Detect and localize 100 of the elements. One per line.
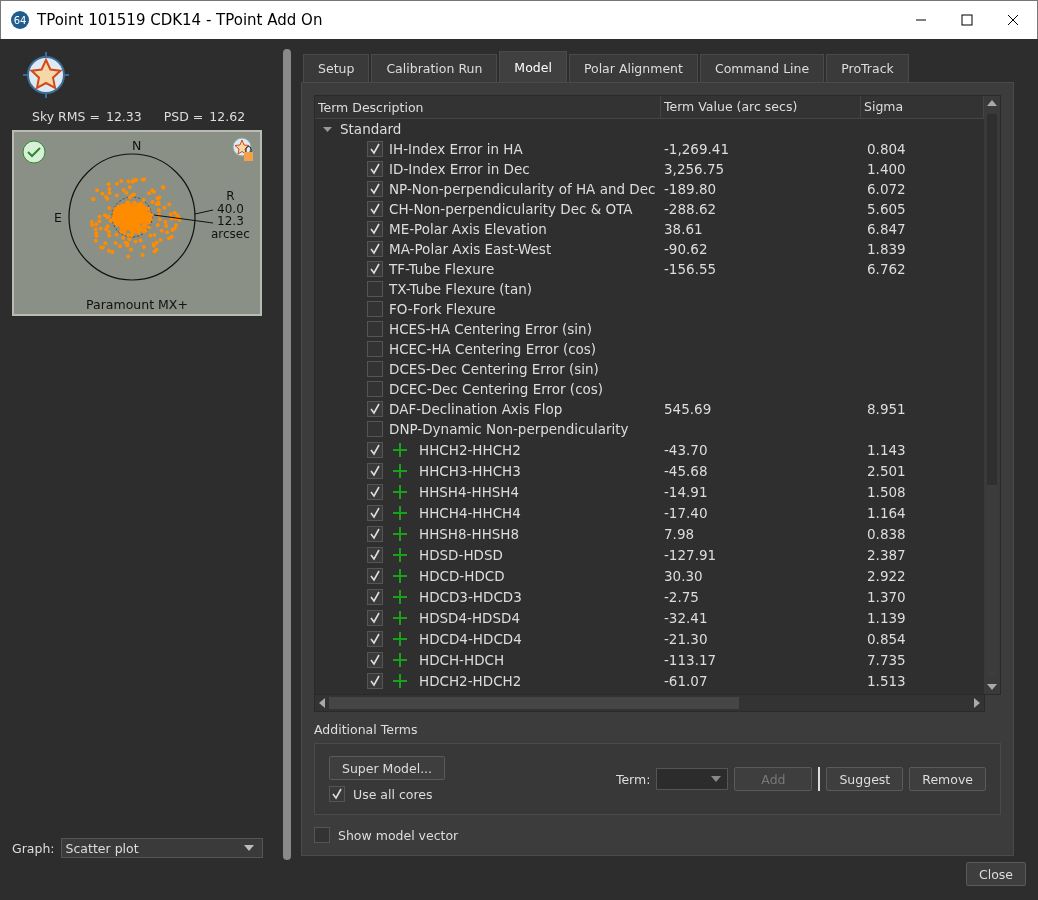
inner-radius-value: 12.3 xyxy=(217,215,244,228)
scrollbar[interactable] xyxy=(283,49,291,860)
tab[interactable]: Polar Alignment xyxy=(568,54,698,82)
window-title: TPoint 101519 CDK14 - TPoint Add On xyxy=(37,11,324,29)
checkbox[interactable] xyxy=(367,201,383,217)
term-value: -61.07 xyxy=(664,672,708,689)
term-description: HDSD-HDSD xyxy=(419,546,503,563)
checkbox[interactable] xyxy=(367,441,383,458)
sigma-value: 7.735 xyxy=(867,651,906,668)
app-icon: 64 xyxy=(11,11,29,29)
term-description: TF-Tube Flexure xyxy=(389,261,495,277)
plus-icon xyxy=(393,547,407,562)
checkbox[interactable] xyxy=(367,141,383,157)
sigma-value: 2.387 xyxy=(867,546,906,563)
term-value: 7.98 xyxy=(664,525,695,542)
term-value: -156.55 xyxy=(664,261,717,277)
checkbox[interactable] xyxy=(367,546,383,563)
tab[interactable]: ProTrack xyxy=(826,54,909,82)
term-description: HHCH2-HHCH2 xyxy=(419,441,521,458)
sigma-value: 2.922 xyxy=(867,567,906,584)
suggest-button[interactable]: Suggest xyxy=(826,767,904,791)
star-lock-icon[interactable] xyxy=(232,137,254,163)
checkbox[interactable] xyxy=(367,281,383,297)
checkbox[interactable] xyxy=(367,341,383,357)
north-label: N xyxy=(132,138,142,153)
close-button[interactable]: Close xyxy=(965,862,1026,886)
term-description: HHSH4-HHSH4 xyxy=(419,483,520,500)
sigma-value: 1.839 xyxy=(867,241,906,257)
checkbox[interactable] xyxy=(329,786,345,802)
checkbox[interactable] xyxy=(367,672,383,689)
checkbox[interactable] xyxy=(367,241,383,257)
term-value: -90.62 xyxy=(664,241,708,257)
tab[interactable]: Command Line xyxy=(699,54,825,82)
checkbox[interactable] xyxy=(367,630,383,647)
term-description: HHCH3-HHCH3 xyxy=(419,462,521,479)
scroll-down-icon[interactable] xyxy=(987,684,997,690)
remove-button[interactable]: Remove xyxy=(909,767,986,791)
psd-label: PSD = xyxy=(163,109,204,124)
term-description: NP-Non-perpendicularity of HA and Dec xyxy=(389,181,656,197)
plus-icon xyxy=(393,484,407,499)
caret-icon xyxy=(243,845,254,851)
term-description: CH-Non-perpendicularity Dec & OTA xyxy=(389,201,633,217)
term-description: HHCH4-HHCH4 xyxy=(419,504,521,521)
term-description: HCES-HA Centering Error (sin) xyxy=(389,321,592,337)
sigma-value: 1.513 xyxy=(867,672,906,689)
term-value: -43.70 xyxy=(664,441,708,458)
checkbox[interactable] xyxy=(367,588,383,605)
term-description: ME-Polar Axis Elevation xyxy=(389,221,547,237)
column-header[interactable]: Term Description xyxy=(315,96,661,118)
term-description: HDCD4-HDCD4 xyxy=(419,630,522,647)
tab[interactable]: Model xyxy=(499,51,567,82)
checkbox[interactable] xyxy=(367,504,383,521)
sigma-value: 8.951 xyxy=(867,401,906,417)
expand-arrow-icon[interactable] xyxy=(323,124,332,134)
checkbox[interactable] xyxy=(367,401,383,417)
checkbox[interactable] xyxy=(367,462,383,479)
sigma-value: 0.804 xyxy=(867,141,906,157)
graph-dropdown[interactable]: Scatter plot xyxy=(60,838,263,858)
scroll-left-icon[interactable] xyxy=(319,698,325,708)
scroll-right-icon[interactable] xyxy=(974,698,980,708)
checkbox[interactable] xyxy=(367,221,383,237)
plus-icon xyxy=(393,442,407,457)
group-label: Standard xyxy=(340,121,402,137)
sky-rms-value: 12.33 xyxy=(105,109,142,124)
close-icon[interactable] xyxy=(1007,14,1019,26)
sigma-value: 6.072 xyxy=(867,181,906,197)
checkbox[interactable] xyxy=(314,827,330,843)
vertical-scrollbar[interactable] xyxy=(984,96,1000,694)
scroll-up-icon[interactable] xyxy=(987,100,997,106)
maximize-icon[interactable] xyxy=(961,14,973,26)
checkbox[interactable] xyxy=(367,161,383,177)
column-header[interactable]: Term Value (arc secs) xyxy=(661,96,861,118)
checkbox[interactable] xyxy=(367,651,383,668)
sigma-value: 1.400 xyxy=(867,161,906,177)
checkbox[interactable] xyxy=(367,181,383,197)
term-value: 38.61 xyxy=(664,221,703,237)
checkbox[interactable] xyxy=(367,525,383,542)
horizontal-scrollbar[interactable] xyxy=(314,695,985,712)
term-description: FO-Fork Flexure xyxy=(389,301,496,317)
checkbox[interactable] xyxy=(367,381,383,397)
sigma-value: 1.143 xyxy=(867,441,906,458)
checkbox[interactable] xyxy=(367,567,383,584)
checkbox[interactable] xyxy=(367,483,383,500)
checkbox[interactable] xyxy=(367,609,383,626)
checkbox-label: Show model vector xyxy=(338,827,459,843)
tab[interactable]: Setup xyxy=(303,54,370,82)
plus-icon xyxy=(393,526,407,541)
super-model-button[interactable]: Super Model... xyxy=(329,756,446,780)
term-description: ID-Index Error in Dec xyxy=(389,161,530,177)
term-description: DCES-Dec Centering Error (sin) xyxy=(389,361,599,377)
checkbox[interactable] xyxy=(367,261,383,277)
sigma-value: 5.605 xyxy=(867,201,906,217)
term-label: Term: xyxy=(615,771,651,787)
checkbox[interactable] xyxy=(367,361,383,377)
checkbox[interactable] xyxy=(367,321,383,337)
term-description: HCEC-HA Centering Error (cos) xyxy=(389,341,597,357)
checkbox[interactable] xyxy=(367,301,383,317)
tab[interactable]: Calibration Run xyxy=(371,54,498,82)
term-value: -189.80 xyxy=(664,181,717,197)
checkbox[interactable] xyxy=(367,421,383,437)
